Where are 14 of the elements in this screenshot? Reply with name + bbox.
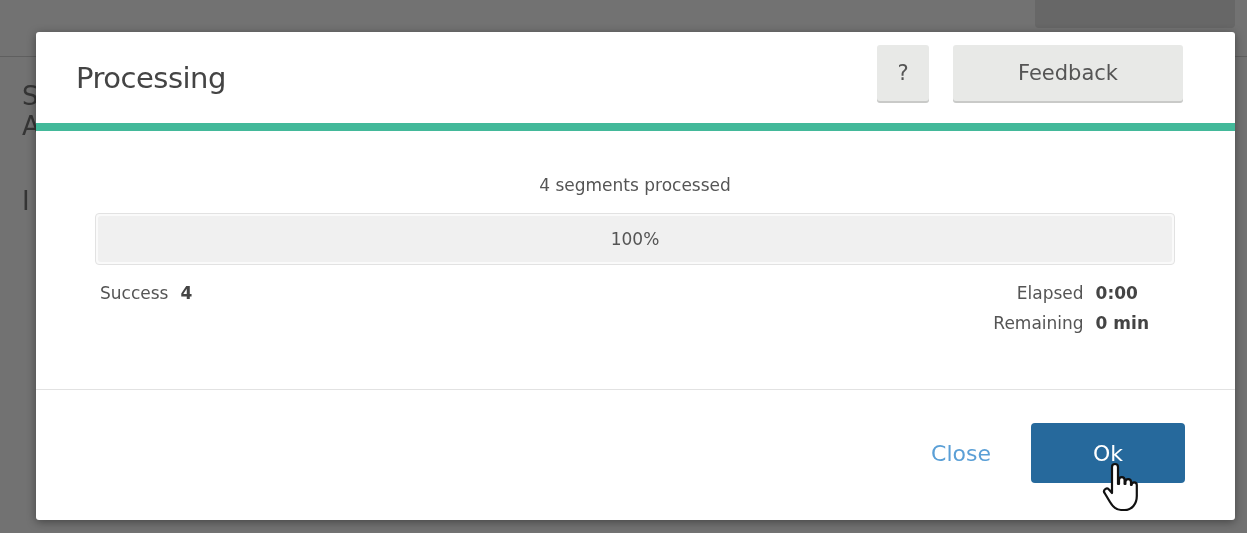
stat-value: 4 xyxy=(180,283,193,303)
stat-label: Remaining xyxy=(993,313,1084,333)
ok-button[interactable]: Ok xyxy=(1031,423,1185,483)
progress-percent: 100% xyxy=(610,229,660,249)
stat-value: 0 min xyxy=(1095,313,1149,333)
help-button[interactable]: ? xyxy=(877,44,929,101)
stat-label: Elapsed xyxy=(1015,283,1084,303)
status-message: 4 segments processed xyxy=(538,175,732,195)
stat-label: Success xyxy=(100,283,169,303)
stat-value: 0:00 xyxy=(1095,283,1139,303)
feedback-button[interactable]: Feedback xyxy=(953,44,1183,101)
background-text: S xyxy=(22,81,39,111)
dialog-title: Processing xyxy=(76,60,227,95)
background-text: I xyxy=(22,186,30,216)
